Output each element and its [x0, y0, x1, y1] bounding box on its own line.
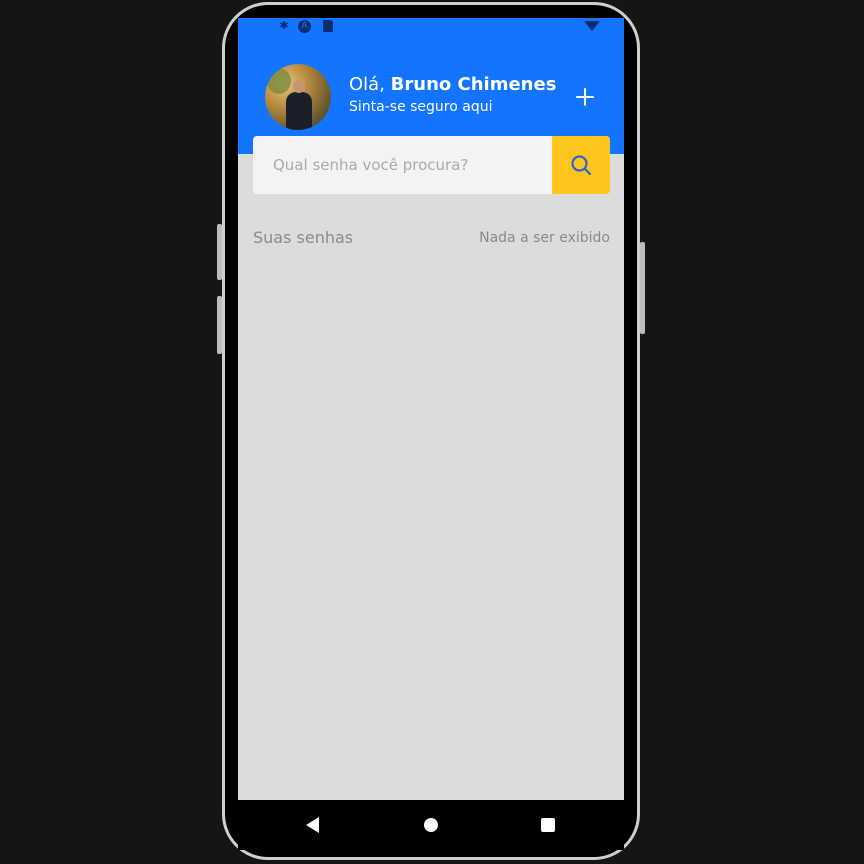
search-icon — [571, 155, 592, 176]
app-screen: ✱ A Olá, Bruno Chimenes Sinta-se seguro … — [238, 18, 624, 800]
greeting-text: Olá, Bruno Chimenes — [349, 74, 556, 95]
avatar-person-head — [293, 80, 305, 93]
recents-icon[interactable] — [541, 818, 555, 832]
greeting-prefix: Olá, — [349, 74, 385, 95]
avatar-person-body — [286, 92, 312, 130]
power-button — [640, 242, 645, 334]
passwords-section-title: Suas senhas — [253, 228, 354, 247]
navigation-bar — [238, 800, 624, 850]
back-icon[interactable] — [306, 817, 319, 833]
app-header: ✱ A Olá, Bruno Chimenes Sinta-se seguro … — [238, 18, 624, 154]
status-bar: ✱ A — [238, 18, 624, 36]
search-button[interactable] — [552, 136, 610, 194]
empty-list-message: Nada a ser exibido — [479, 230, 610, 246]
user-avatar[interactable] — [265, 64, 331, 130]
avatar-background-tree — [267, 68, 291, 94]
add-password-button[interactable] — [572, 84, 598, 110]
search-input[interactable] — [253, 136, 552, 194]
password-list — [253, 268, 610, 788]
volume-up-button — [217, 224, 222, 280]
search-bar — [253, 136, 610, 194]
sim-card-icon — [323, 20, 333, 32]
home-icon[interactable] — [424, 818, 438, 832]
volume-down-button — [217, 296, 222, 354]
header-subtitle: Sinta-se seguro aqui — [349, 99, 493, 115]
android-icon: A — [298, 20, 311, 33]
wifi-icon — [584, 21, 600, 31]
user-name: Bruno Chimenes — [390, 74, 557, 95]
settings-icon: ✱ — [279, 19, 289, 32]
